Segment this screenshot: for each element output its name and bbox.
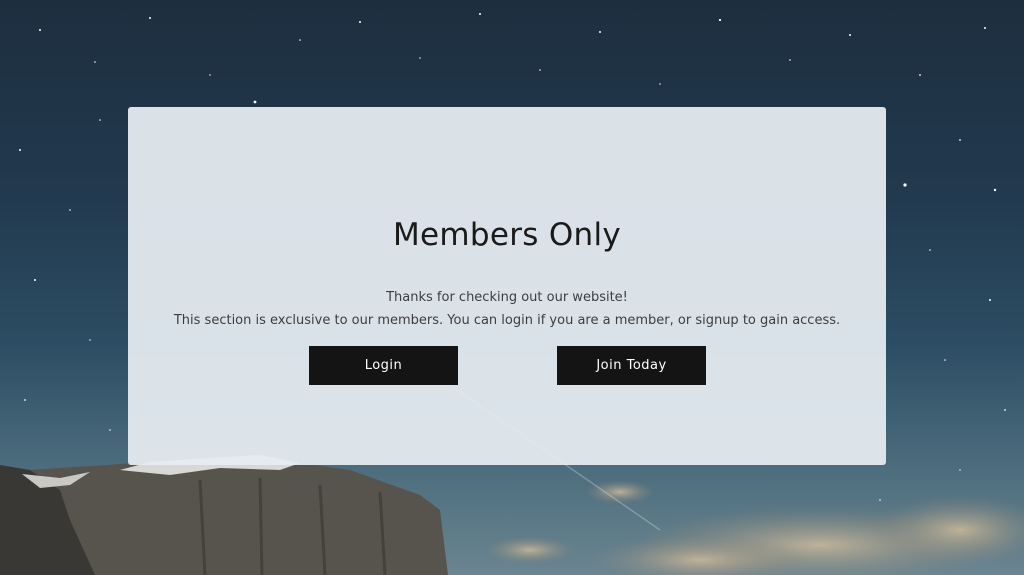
access-message: This section is exclusive to our members…	[173, 313, 841, 328]
cliff	[0, 455, 448, 575]
members-only-panel: Members Only Thanks for checking out our…	[128, 107, 886, 465]
welcome-message: Thanks for checking out our website!	[386, 290, 628, 305]
login-button[interactable]: Login	[309, 346, 458, 385]
page-title: Members Only	[392, 217, 622, 253]
clouds	[485, 480, 1024, 575]
join-today-button[interactable]: Join Today	[557, 346, 706, 385]
